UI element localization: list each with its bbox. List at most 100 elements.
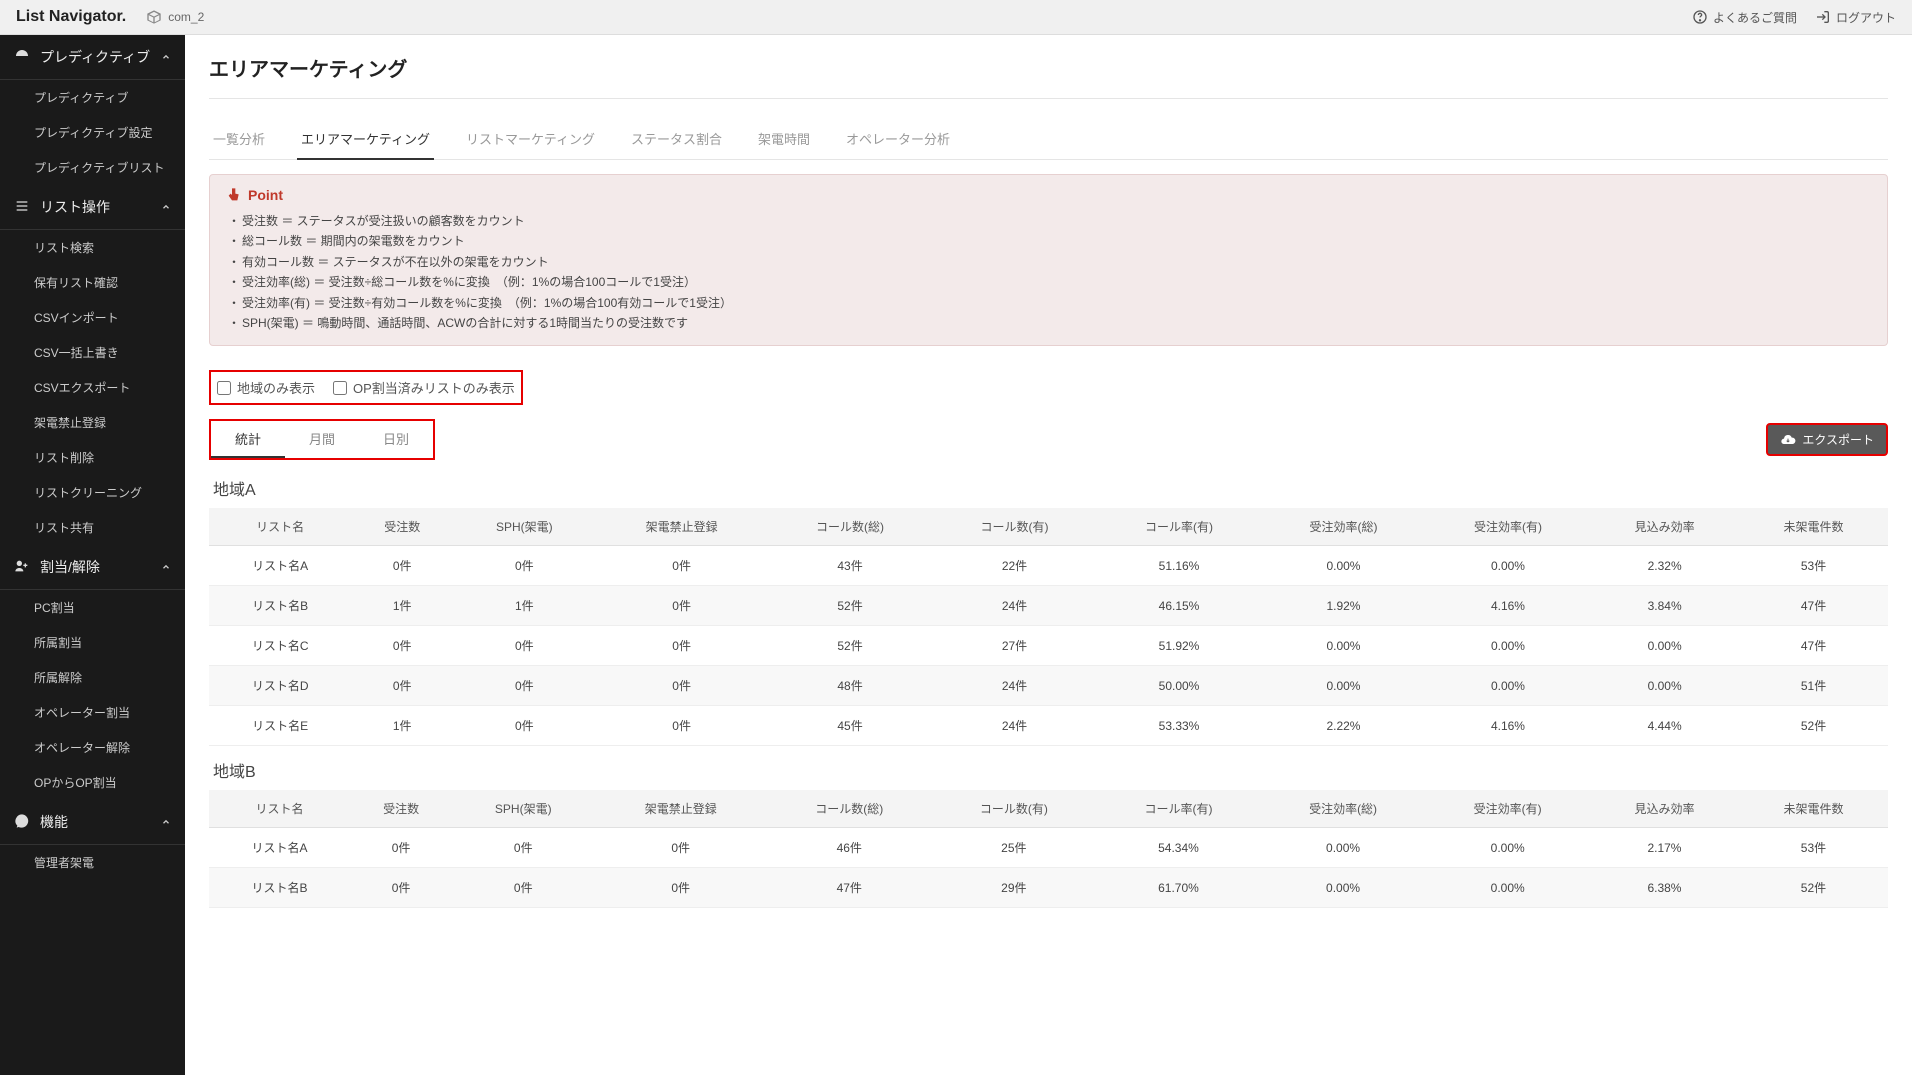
subtab-2[interactable]: 日別 [359, 421, 433, 458]
col-header: 未架電件数 [1739, 508, 1888, 546]
table-row[interactable]: リスト名D0件0件0件48件24件50.00%0.00%0.00%0.00%51… [209, 666, 1888, 706]
data-table-1: リスト名受注数SPH(架電)架電禁止登録コール数(総)コール数(有)コール率(有… [209, 790, 1888, 908]
table-cell: 0件 [453, 626, 595, 666]
sidebar-section-title: 機能 [40, 812, 68, 832]
help-icon [1692, 9, 1708, 25]
sidebar-item-1-7[interactable]: リストクリーニング [0, 475, 185, 510]
checkbox-op-assigned-only[interactable]: OP割当済みリストのみ表示 [333, 378, 515, 397]
checkbox-op-assigned-only-input[interactable] [333, 381, 347, 395]
sidebar-item-0-2[interactable]: プレディクティブリスト [0, 150, 185, 185]
sidebar-item-2-0[interactable]: PC割当 [0, 590, 185, 625]
table-cell: 29件 [932, 868, 1097, 908]
sidebar-item-1-2[interactable]: CSVインポート [0, 300, 185, 335]
table-cell: 0件 [452, 868, 594, 908]
table-cell: 0.00% [1590, 626, 1739, 666]
sidebar-item-1-3[interactable]: CSV一括上書き [0, 335, 185, 370]
checkbox-region-only[interactable]: 地域のみ表示 [217, 378, 315, 397]
table-cell: 3.84% [1590, 586, 1739, 626]
page-title: エリアマーケティング [209, 53, 1888, 99]
sidebar-item-3-0[interactable]: 管理者架電 [0, 845, 185, 880]
col-header: コール数(有) [932, 790, 1097, 828]
table-cell: 48件 [768, 666, 932, 706]
sidebar-item-2-1[interactable]: 所属割当 [0, 625, 185, 660]
col-header: 見込み効率 [1590, 790, 1739, 828]
table-cell: 51.92% [1097, 626, 1261, 666]
table-cell: 0.00% [1261, 626, 1425, 666]
main-tab-5[interactable]: オペレーター分析 [842, 123, 954, 159]
sidebar-section-0[interactable]: プレディクティブ [0, 35, 185, 80]
sidebar-section-title: リスト操作 [40, 197, 110, 217]
table-cell: 24件 [932, 706, 1096, 746]
main-tab-1[interactable]: エリアマーケティング [297, 123, 434, 160]
main-content: エリアマーケティング 一覧分析エリアマーケティングリストマーケティングステータス… [185, 35, 1912, 1075]
table-cell: 1件 [351, 706, 453, 746]
sidebar-section-3[interactable]: 機能 [0, 800, 185, 845]
logout-link[interactable]: ログアウト [1815, 9, 1896, 26]
sidebar-item-2-3[interactable]: オペレーター割当 [0, 695, 185, 730]
col-header: 見込み効率 [1590, 508, 1739, 546]
table-cell: 0.00% [1425, 868, 1590, 908]
sidebar-item-2-5[interactable]: OPからOP割当 [0, 765, 185, 800]
table-row[interactable]: リスト名A0件0件0件43件22件51.16%0.00%0.00%2.32%53… [209, 546, 1888, 586]
subtabs: 統計月間日別 [209, 419, 435, 460]
table-cell: 0.00% [1261, 828, 1426, 868]
main-tab-2[interactable]: リストマーケティング [462, 123, 599, 159]
sidebar-item-1-4[interactable]: CSVエクスポート [0, 370, 185, 405]
sidebar-item-1-8[interactable]: リスト共有 [0, 510, 185, 545]
table-cell: リスト名B [209, 868, 350, 908]
checkbox-op-assigned-only-label: OP割当済みリストのみ表示 [353, 378, 515, 397]
subtab-1[interactable]: 月間 [285, 421, 359, 458]
table-row[interactable]: リスト名B0件0件0件47件29件61.70%0.00%0.00%6.38%52… [209, 868, 1888, 908]
point-header: Point [226, 187, 1871, 203]
point-box: Point 受注数 ＝ ステータスが受注扱いの顧客数をカウント総コール数 ＝ 期… [209, 174, 1888, 346]
sidebar-item-2-2[interactable]: 所属解除 [0, 660, 185, 695]
subtabs-row: 統計月間日別 エクスポート [209, 419, 1888, 460]
table-cell: 25件 [932, 828, 1097, 868]
table-cell: 53件 [1739, 546, 1888, 586]
table-row[interactable]: リスト名E1件0件0件45件24件53.33%2.22%4.16%4.44%52… [209, 706, 1888, 746]
main-tab-4[interactable]: 架電時間 [754, 123, 814, 159]
col-header: リスト名 [209, 790, 350, 828]
sidebar-section-1[interactable]: リスト操作 [0, 185, 185, 230]
table-row[interactable]: リスト名B1件1件0件52件24件46.15%1.92%4.16%3.84%47… [209, 586, 1888, 626]
table-cell: 24件 [932, 666, 1096, 706]
table-cell: 0件 [594, 828, 766, 868]
cube-icon [146, 9, 162, 25]
table-cell: 2.22% [1261, 706, 1425, 746]
main-tab-3[interactable]: ステータス割合 [627, 123, 726, 159]
company-indicator[interactable]: com_2 [146, 9, 204, 25]
table-cell: 2.32% [1590, 546, 1739, 586]
faq-link[interactable]: よくあるご質問 [1692, 9, 1797, 26]
point-item-4: 受注効率(有) ＝ 受注数÷有効コール数を%に変換 （例：1%の場合100有効コ… [226, 293, 1871, 313]
sidebar-section-2[interactable]: 割当/解除 [0, 545, 185, 590]
col-header: SPH(架電) [452, 790, 594, 828]
table-cell: 0件 [595, 546, 767, 586]
checkbox-region-only-input[interactable] [217, 381, 231, 395]
col-header: SPH(架電) [453, 508, 595, 546]
sidebar-item-1-6[interactable]: リスト削除 [0, 440, 185, 475]
chevron-up-icon [161, 52, 171, 62]
sidebar-item-0-0[interactable]: プレディクティブ [0, 80, 185, 115]
export-button[interactable]: エクスポート [1766, 423, 1888, 456]
table-cell: 1件 [351, 586, 453, 626]
table-cell: 0件 [595, 586, 767, 626]
point-list: 受注数 ＝ ステータスが受注扱いの顧客数をカウント総コール数 ＝ 期間内の架電数… [226, 211, 1871, 333]
sidebar-item-1-1[interactable]: 保有リスト確認 [0, 265, 185, 300]
sidebar-item-1-0[interactable]: リスト検索 [0, 230, 185, 265]
table-row[interactable]: リスト名C0件0件0件52件27件51.92%0.00%0.00%0.00%47… [209, 626, 1888, 666]
table-cell: 0件 [595, 706, 767, 746]
subtab-0[interactable]: 統計 [211, 421, 285, 458]
table-cell: 54.34% [1096, 828, 1261, 868]
table-row[interactable]: リスト名A0件0件0件46件25件54.34%0.00%0.00%2.17%53… [209, 828, 1888, 868]
sidebar-item-0-1[interactable]: プレディクティブ設定 [0, 115, 185, 150]
table-cell: 0件 [453, 706, 595, 746]
sidebar-item-2-4[interactable]: オペレーター解除 [0, 730, 185, 765]
table-cell: 0件 [453, 546, 595, 586]
main-tab-0[interactable]: 一覧分析 [209, 123, 269, 159]
table-cell: 0件 [351, 546, 453, 586]
chevron-up-icon [161, 562, 171, 572]
main-tabs: 一覧分析エリアマーケティングリストマーケティングステータス割合架電時間オペレータ… [209, 123, 1888, 160]
sidebar-item-1-5[interactable]: 架電禁止登録 [0, 405, 185, 440]
col-header: 受注数 [351, 508, 453, 546]
table-cell: 1.92% [1261, 586, 1425, 626]
